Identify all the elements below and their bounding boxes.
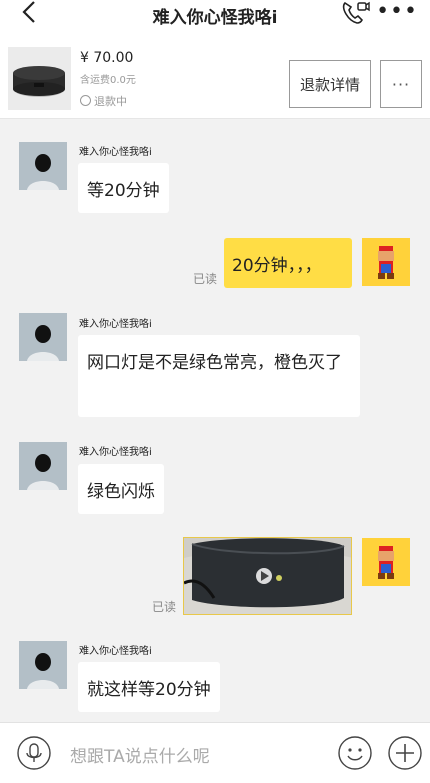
input-bar: 想跟TA说点什么呢 <box>0 722 430 783</box>
message-bubble[interactable]: 等20分钟 <box>78 163 169 213</box>
top-bar: 难入你心怪我咯i ••• <box>0 0 430 30</box>
avatar[interactable] <box>19 142 67 190</box>
product-card[interactable]: ¥ 70.00 含运费0.0元 退款中 退款详情 ··· <box>0 30 430 119</box>
product-image[interactable] <box>8 47 71 110</box>
more-icon[interactable]: ••• <box>376 1 418 23</box>
sender-name: 难入你心怪我咯i <box>79 319 152 330</box>
refund-details-button[interactable]: 退款详情 <box>289 60 371 108</box>
clock-icon <box>80 95 91 106</box>
avatar[interactable] <box>19 313 67 361</box>
read-receipt: 已读 <box>152 600 177 614</box>
emoji-icon[interactable] <box>338 736 372 770</box>
sender-name: 难入你心怪我咯i <box>79 646 152 657</box>
my-avatar[interactable] <box>362 238 410 286</box>
shipping-fee: 含运费0.0元 <box>80 75 136 86</box>
video-message[interactable] <box>183 537 352 615</box>
avatar[interactable] <box>19 641 67 689</box>
mic-icon[interactable] <box>17 736 51 770</box>
refund-status: 退款中 <box>80 93 127 109</box>
message-input[interactable]: 想跟TA说点什么呢 <box>70 742 210 767</box>
sender-name: 难入你心怪我咯i <box>79 447 152 458</box>
product-more-button[interactable]: ··· <box>380 60 422 108</box>
message-bubble[interactable]: 20分钟，，， <box>224 238 352 288</box>
sender-name: 难入你心怪我咯i <box>79 147 152 158</box>
product-price: ¥ 70.00 <box>80 50 134 66</box>
my-avatar[interactable] <box>362 538 410 586</box>
message-bubble[interactable]: 网口灯是不是绿色常亮，橙色灭了 <box>78 335 360 417</box>
phone-video-icon[interactable] <box>340 0 370 26</box>
refund-status-label: 退款中 <box>94 95 127 108</box>
avatar[interactable] <box>19 442 67 490</box>
message-bubble[interactable]: 绿色闪烁 <box>78 464 164 514</box>
message-bubble[interactable]: 就这样等20分钟 <box>78 662 220 712</box>
read-receipt: 已读 <box>193 272 218 286</box>
plus-icon[interactable] <box>388 736 422 770</box>
